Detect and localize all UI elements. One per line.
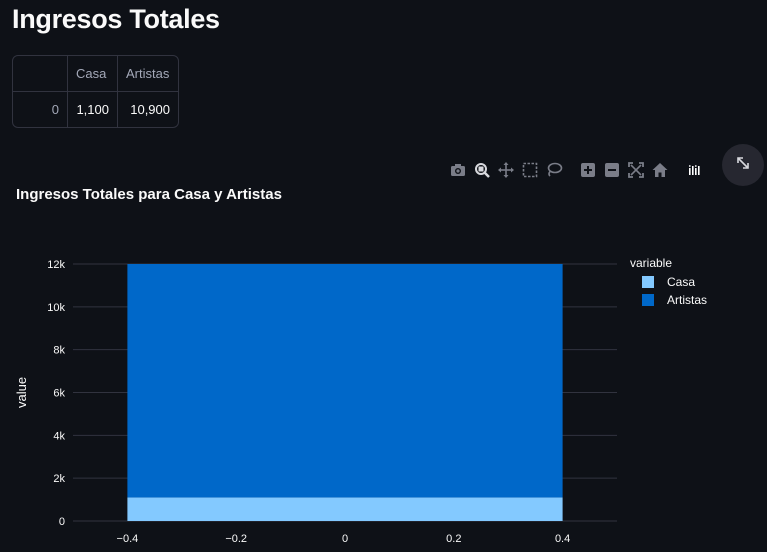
y-tick-label: 4k	[53, 430, 65, 442]
legend-swatch-artistas	[642, 294, 654, 306]
legend-item-artistas[interactable]: Artistas	[642, 292, 707, 308]
y-tick-label: 6k	[53, 388, 65, 400]
y-tick-label: 0	[59, 516, 65, 528]
x-tick-label: 0.4	[555, 533, 570, 545]
y-tick-label: 12k	[47, 259, 65, 271]
x-tick-label: −0.2	[225, 533, 247, 545]
legend-title: variable	[630, 256, 673, 270]
y-tick-label: 2k	[53, 473, 65, 485]
y-tick-label: 8k	[53, 345, 65, 357]
y-tick-label: 10k	[47, 302, 65, 314]
x-tick-label: 0.2	[446, 533, 461, 545]
legend-label-casa: Casa	[667, 275, 696, 289]
bar-artistas	[127, 264, 563, 498]
legend-swatch-casa	[642, 276, 654, 288]
bar-casa	[127, 497, 563, 521]
y-axis-title: value	[14, 377, 29, 408]
x-tick-label: −0.4	[117, 533, 139, 545]
legend-item-casa[interactable]: Casa	[642, 274, 695, 290]
x-tick-label: 0	[342, 533, 348, 545]
legend-label-artistas: Artistas	[667, 293, 708, 307]
